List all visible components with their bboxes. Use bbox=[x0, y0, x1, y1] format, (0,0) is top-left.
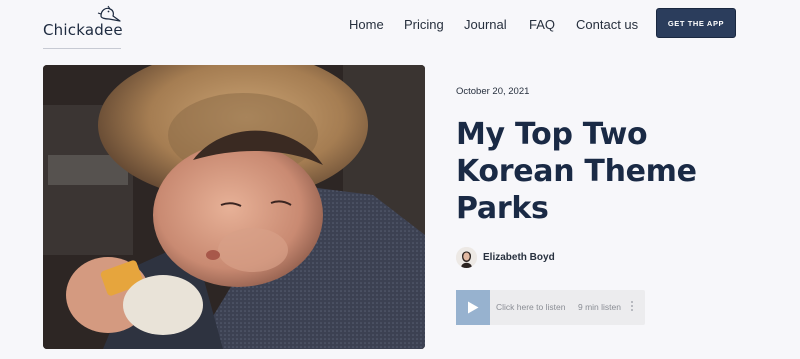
listen-label[interactable]: Click here to listen bbox=[496, 302, 565, 312]
nav-home[interactable]: Home bbox=[349, 17, 384, 32]
nav-faq[interactable]: FAQ bbox=[529, 17, 555, 32]
nav-contact-us[interactable]: Contact us bbox=[576, 17, 638, 32]
site-header: Chickadee Home Pricing Journal FAQ Conta… bbox=[0, 0, 800, 52]
article-title: My Top Two Korean Theme Parks bbox=[456, 117, 697, 226]
listen-duration: 9 min listen bbox=[578, 302, 621, 312]
get-the-app-button[interactable]: GET THE APP bbox=[656, 8, 736, 38]
play-icon bbox=[468, 301, 479, 314]
hero-photo bbox=[43, 65, 425, 349]
avatar bbox=[456, 247, 477, 268]
article-hero-image bbox=[43, 65, 425, 349]
nav-journal[interactable]: Journal bbox=[464, 17, 507, 32]
brand-logo[interactable]: Chickadee bbox=[43, 4, 123, 50]
play-button[interactable] bbox=[456, 290, 490, 325]
logo-divider bbox=[43, 48, 121, 49]
article-date: October 20, 2021 bbox=[456, 86, 530, 97]
nav-pricing[interactable]: Pricing bbox=[404, 17, 444, 32]
more-vertical-icon[interactable] bbox=[628, 299, 636, 316]
bird-icon bbox=[97, 5, 121, 22]
author-name[interactable]: Elizabeth Boyd bbox=[483, 252, 555, 263]
audio-player: Click here to listen 9 min listen bbox=[456, 290, 645, 325]
